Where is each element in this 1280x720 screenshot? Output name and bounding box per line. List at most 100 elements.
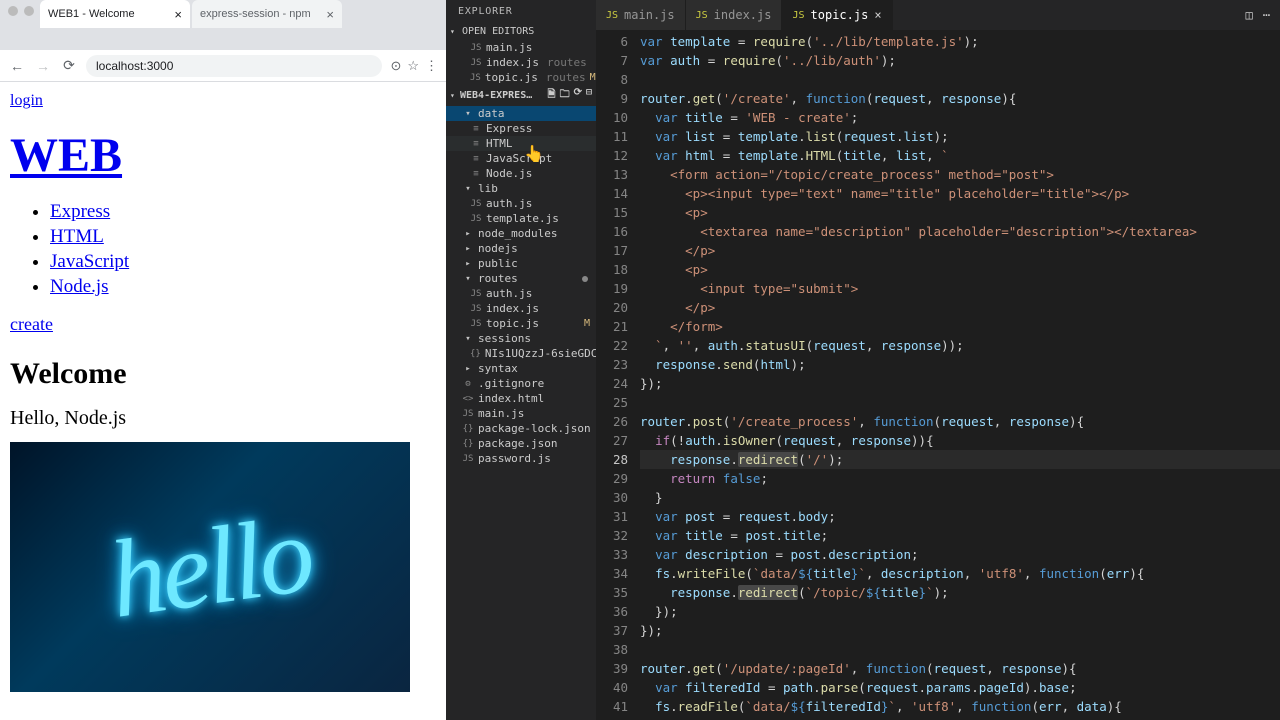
code-lines[interactable]: var template = require('../lib/template.…	[640, 30, 1280, 720]
folder-icon: ▾	[462, 109, 474, 119]
file-icon: {}	[470, 349, 481, 359]
back-icon[interactable]: ←	[8, 58, 26, 74]
file-icon: <>	[462, 394, 474, 404]
file-icon: JS	[462, 409, 474, 419]
file-icon: JS	[470, 58, 482, 68]
file-item[interactable]: JSauth.js	[446, 196, 596, 211]
hello-neon-image	[10, 442, 410, 692]
menu-icon[interactable]: ⋮	[425, 58, 438, 74]
file-icon: ≡	[470, 169, 482, 179]
file-item[interactable]: JSpassword.js	[446, 451, 596, 466]
folder-icon: ▸	[462, 229, 474, 239]
open-editor-item[interactable]: JSindex.jsroutes	[446, 55, 596, 70]
open-editor-item[interactable]: JStopic.jsroutesM	[446, 70, 596, 85]
file-item[interactable]: JStopic.jsM	[446, 316, 596, 331]
line-gutter: 6789101112131415161718192021222324252627…	[596, 30, 640, 720]
open-editors-section[interactable]: ▾ OPEN EDITORS	[446, 23, 596, 40]
vscode-window: EXPLORER ▾ OPEN EDITORS JSmain.jsJSindex…	[446, 0, 1280, 720]
search-in-page-icon[interactable]: ⊙	[390, 58, 401, 74]
create-link[interactable]: create	[10, 314, 436, 335]
file-icon: ≡	[470, 139, 482, 149]
explorer-sidebar: EXPLORER ▾ OPEN EDITORS JSmain.jsJSindex…	[446, 0, 596, 720]
open-editor-item[interactable]: JSmain.js	[446, 40, 596, 55]
browser-tabs: WEB1 - Welcome×express-session - npm×	[0, 0, 446, 28]
folder-item[interactable]: ▸nodejs	[446, 241, 596, 256]
topic-list: Express HTML JavaScript Node.js	[50, 201, 436, 298]
file-icon: JS	[470, 214, 482, 224]
file-item[interactable]: <>index.html	[446, 391, 596, 406]
folder-item[interactable]: ▸syntax	[446, 361, 596, 376]
refresh-icon[interactable]: ⟳	[574, 87, 582, 104]
new-file-icon[interactable]: 🗎	[548, 87, 556, 104]
file-icon: JS	[470, 43, 482, 53]
file-icon: JS	[470, 289, 482, 299]
dirty-dot-icon	[582, 276, 588, 282]
file-icon: ⚙	[462, 379, 474, 389]
more-icon[interactable]: ⋯	[1263, 8, 1270, 22]
modified-badge: M	[584, 318, 590, 329]
js-file-icon: JS	[792, 10, 804, 21]
editor-tab[interactable]: JStopic.js×	[782, 0, 892, 30]
close-icon[interactable]: ×	[326, 7, 334, 22]
file-item[interactable]: ≡JavaScript	[446, 151, 596, 166]
topic-link[interactable]: Node.js	[50, 276, 109, 297]
url-input[interactable]: localhost:3000	[86, 55, 382, 77]
folder-icon: ▸	[462, 259, 474, 269]
folder-item[interactable]: ▾routes	[446, 271, 596, 286]
file-icon: JS	[470, 319, 482, 329]
file-icon: ≡	[470, 154, 482, 164]
file-item[interactable]: JSindex.js	[446, 301, 596, 316]
folder-item[interactable]: ▸node_modules	[446, 226, 596, 241]
collapse-icon[interactable]: ⊟	[586, 87, 592, 104]
chevron-down-icon: ▾	[450, 91, 460, 100]
editor-area: JSmain.jsJSindex.jsJStopic.js× ◫ ⋯ 6789101…	[596, 0, 1280, 720]
code-editor[interactable]: 6789101112131415161718192021222324252627…	[596, 30, 1280, 720]
page-heading: Welcome	[10, 357, 436, 391]
close-icon[interactable]: ×	[874, 8, 881, 22]
login-link[interactable]: login	[10, 92, 43, 109]
page-content: login WEB Express HTML JavaScript Node.js c…	[0, 82, 446, 720]
file-item[interactable]: {}package-lock.json	[446, 421, 596, 436]
editor-tab[interactable]: JSindex.js	[686, 0, 783, 30]
browser-tab[interactable]: WEB1 - Welcome×	[40, 0, 190, 28]
new-folder-icon[interactable]: 🗀	[560, 87, 570, 104]
file-item[interactable]: JSauth.js	[446, 286, 596, 301]
modified-badge: M	[590, 72, 596, 83]
reload-icon[interactable]: ⟳	[60, 57, 78, 74]
folder-item[interactable]: ▸public	[446, 256, 596, 271]
close-icon[interactable]: ×	[174, 7, 182, 22]
folder-icon: ▾	[462, 334, 474, 344]
file-item[interactable]: ⚙.gitignore	[446, 376, 596, 391]
file-tree: ▾data≡Express≡HTML≡JavaScript≡Node.js▾li…	[446, 106, 596, 466]
topic-link[interactable]: JavaScript	[50, 251, 129, 272]
bookmark-icon[interactable]: ☆	[407, 58, 419, 74]
file-item[interactable]: ≡HTML	[446, 136, 596, 151]
file-icon: JS	[462, 454, 474, 464]
file-icon: JS	[470, 304, 482, 314]
file-item[interactable]: JStemplate.js	[446, 211, 596, 226]
file-item[interactable]: JSmain.js	[446, 406, 596, 421]
file-icon: JS	[470, 73, 481, 83]
editor-tab[interactable]: JSmain.js	[596, 0, 686, 30]
topic-link[interactable]: Express	[50, 201, 110, 222]
split-editor-icon[interactable]: ◫	[1246, 8, 1253, 22]
js-file-icon: JS	[696, 10, 708, 21]
topic-link[interactable]: HTML	[50, 226, 104, 247]
file-item[interactable]: {}NIs1UQzzJ-6sieGDC66YC-…	[446, 346, 596, 361]
folder-item[interactable]: ▾sessions	[446, 331, 596, 346]
file-item[interactable]: ≡Node.js	[446, 166, 596, 181]
open-editors-list: JSmain.jsJSindex.jsroutesJStopic.jsroute…	[446, 40, 596, 85]
js-file-icon: JS	[606, 10, 618, 21]
browser-tab[interactable]: express-session - npm×	[192, 0, 342, 28]
file-item[interactable]: ≡Express	[446, 121, 596, 136]
explorer-title: EXPLORER	[446, 0, 596, 23]
file-item[interactable]: {}package.json	[446, 436, 596, 451]
forward-icon[interactable]: →	[34, 58, 52, 74]
address-bar: ← → ⟳ localhost:3000 ⊙ ☆ ⋮	[0, 50, 446, 82]
site-title-link[interactable]: WEB	[10, 129, 122, 182]
folder-item[interactable]: ▾data	[446, 106, 596, 121]
folder-icon: ▸	[462, 364, 474, 374]
folder-item[interactable]: ▾lib	[446, 181, 596, 196]
editor-tabs: JSmain.jsJSindex.jsJStopic.js× ◫ ⋯	[596, 0, 1280, 30]
project-section[interactable]: ▾ WEB4-EXPRES… 🗎 🗀 ⟳ ⊟	[446, 85, 596, 106]
